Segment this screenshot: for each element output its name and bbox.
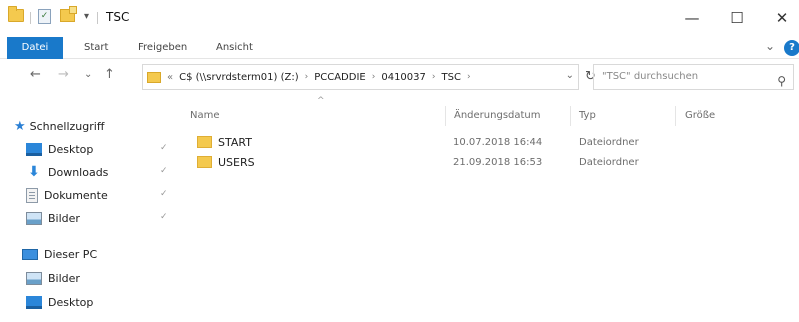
search-input[interactable]: "TSC" durchsuchen ⚲ [593, 64, 794, 90]
column-header-type[interactable]: Typ [579, 110, 596, 121]
sidebar-item-label: Dokumente [44, 188, 108, 202]
sidebar-item-label: Bilder [48, 271, 80, 285]
file-date: 21.09.2018 16:53 [453, 157, 543, 168]
folder-icon [147, 71, 161, 83]
customize-toolbar-chevron-icon[interactable]: ▾ [84, 11, 89, 22]
sidebar-item-documents[interactable]: Dokumente [26, 185, 108, 205]
file-type: Dateiordner [579, 157, 639, 168]
file-list: ^ Name Änderungsdatum Typ Größe START 10… [190, 96, 799, 322]
pin-icon[interactable]: ✓ [160, 212, 168, 222]
divider [30, 12, 31, 24]
sidebar-item-pictures[interactable]: Bilder [26, 208, 80, 228]
title-bar: ▾ TSC — ☐ ✕ [0, 0, 799, 36]
close-button[interactable]: ✕ [767, 6, 797, 30]
tab-share[interactable]: Freigeben [138, 37, 187, 59]
tab-start[interactable]: Start [84, 37, 108, 59]
table-row[interactable]: START 10.07.2018 16:44 Dateiordner [190, 132, 710, 152]
column-divider[interactable] [675, 106, 676, 126]
column-header-date[interactable]: Änderungsdatum [454, 110, 541, 121]
quick-access-item[interactable]: ★ Schnellzugriff [14, 116, 104, 136]
breadcrumb-0410037[interactable]: 0410037 [381, 72, 426, 83]
minimize-button[interactable]: — [677, 6, 707, 30]
pictures-icon [26, 211, 42, 225]
sidebar-item-downloads[interactable]: ⬇ Downloads [26, 162, 108, 182]
breadcrumb-separator[interactable]: › [372, 72, 376, 82]
sidebar-item-pc-pictures[interactable]: Bilder [26, 268, 80, 288]
sidebar-item-this-pc[interactable]: Dieser PC [22, 244, 97, 264]
back-button[interactable]: ← [30, 67, 41, 82]
folder-icon [8, 6, 24, 22]
forward-button[interactable]: → [58, 67, 69, 82]
computer-icon [22, 248, 38, 260]
pin-icon[interactable]: ✓ [160, 166, 168, 176]
new-folder-icon[interactable] [60, 6, 77, 22]
search-placeholder: "TSC" durchsuchen [602, 71, 699, 82]
search-icon: ⚲ [777, 74, 786, 88]
download-arrow-icon: ⬇ [28, 163, 40, 180]
pictures-icon [26, 271, 42, 285]
address-bar[interactable]: « C$ (\\srvrdsterm01) (Z:) › PCCADDIE › … [142, 64, 579, 90]
sidebar-item-pc-desktop[interactable]: Desktop [26, 292, 93, 312]
sidebar-item-label: Bilder [48, 211, 80, 225]
folder-icon [197, 156, 212, 168]
breadcrumb-overflow[interactable]: « [167, 72, 173, 83]
file-type: Dateiordner [579, 137, 639, 148]
ribbon-tabs: Datei Start Freigeben Ansicht ⌄ ? [0, 37, 799, 59]
breadcrumb-tsc[interactable]: TSC [442, 72, 461, 83]
file-date: 10.07.2018 16:44 [453, 137, 543, 148]
expand-ribbon-chevron-icon[interactable]: ⌄ [765, 39, 775, 53]
document-icon [26, 187, 38, 203]
file-name: START [218, 136, 252, 149]
sort-arrow-icon: ^ [317, 96, 325, 106]
sidebar-item-label: Desktop [48, 142, 94, 156]
pin-icon[interactable]: ✓ [160, 143, 168, 153]
sidebar-item-label: Desktop [48, 295, 94, 309]
navigation-bar: ← → ⌄ ↑ « C$ (\\srvrdsterm01) (Z:) › PCC… [0, 62, 799, 92]
sidebar-item-label: Downloads [48, 165, 109, 179]
desktop-icon [26, 142, 42, 156]
column-divider[interactable] [570, 106, 571, 126]
star-icon: ★ [14, 118, 26, 134]
maximize-button[interactable]: ☐ [722, 6, 752, 30]
breadcrumb-drive[interactable]: C$ (\\srvrdsterm01) (Z:) [179, 72, 298, 83]
column-header-size[interactable]: Größe [685, 110, 715, 121]
file-name: USERS [218, 156, 255, 169]
table-row[interactable]: USERS 21.09.2018 16:53 Dateiordner [190, 152, 710, 172]
sidebar-item-label: Dieser PC [44, 247, 98, 261]
column-header-name[interactable]: Name [190, 110, 220, 121]
sidebar-item-desktop[interactable]: Desktop [26, 139, 93, 159]
breadcrumb-pccaddie[interactable]: PCCADDIE [314, 72, 366, 83]
breadcrumb-separator[interactable]: › [432, 72, 436, 82]
window-title: TSC [106, 10, 130, 24]
column-divider[interactable] [445, 106, 446, 126]
desktop-icon [26, 295, 42, 309]
divider [97, 12, 98, 24]
pin-icon[interactable]: ✓ [160, 189, 168, 199]
navigation-pane: ★ Schnellzugriff Desktop ✓ ⬇ Downloads ✓… [0, 96, 180, 322]
address-history-chevron-icon[interactable]: ⌄ [566, 70, 574, 81]
folder-icon [197, 136, 212, 148]
help-icon[interactable]: ? [784, 40, 799, 56]
up-button[interactable]: ↑ [104, 67, 115, 82]
breadcrumb-separator[interactable]: › [305, 72, 309, 82]
properties-icon[interactable] [38, 9, 51, 24]
quick-access-label: Schnellzugriff [29, 119, 105, 133]
tab-file[interactable]: Datei [7, 37, 63, 59]
breadcrumb-separator[interactable]: › [467, 72, 471, 82]
tab-view[interactable]: Ansicht [216, 37, 253, 59]
recent-locations-chevron-icon[interactable]: ⌄ [84, 69, 92, 80]
